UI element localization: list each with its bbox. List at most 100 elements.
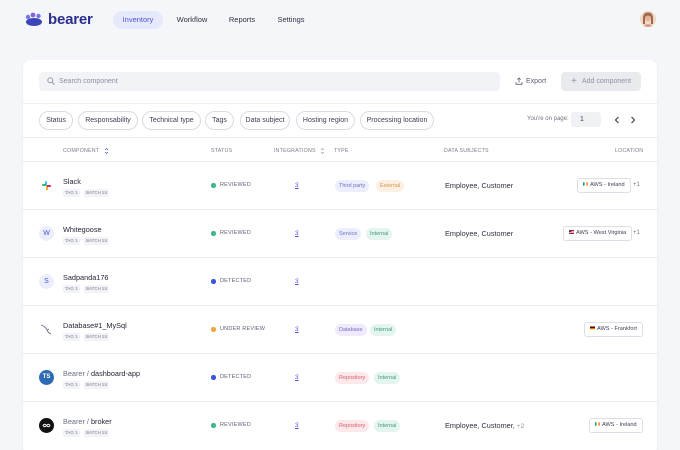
type-badge: Internal — [374, 372, 401, 384]
header-integrations-label: INTEGRATIONS — [274, 148, 316, 154]
location-more[interactable]: +1 — [633, 230, 640, 236]
header-status: STATUS — [211, 148, 233, 154]
page-number-input[interactable]: 1 — [571, 112, 601, 127]
integrations-link[interactable]: 3 — [295, 230, 299, 237]
bearer-paw-icon — [25, 12, 42, 26]
user-photo-icon — [640, 11, 656, 27]
header-type: TYPE — [334, 148, 349, 154]
type-badge: Database — [335, 324, 367, 336]
typescript-logo-icon: TS — [39, 370, 54, 385]
filter-status[interactable]: Status — [39, 111, 73, 130]
filter-tags[interactable]: Tags — [205, 111, 234, 130]
location-badge[interactable]: AWS - Ireland — [577, 178, 631, 193]
previous-page-icon[interactable] — [612, 114, 622, 126]
ireland-flag-icon — [595, 422, 600, 426]
plus-icon: + — [571, 76, 577, 87]
add-component-button[interactable]: + Add component — [561, 72, 641, 91]
location-badge[interactable]: AWS - Frankfort — [584, 322, 643, 337]
batch-badge: BATCH 24 — [84, 189, 110, 197]
header-component[interactable]: COMPONENT — [63, 147, 109, 155]
batch-badge: BATCH 24 — [84, 381, 110, 389]
location-more[interactable]: +1 — [633, 182, 640, 188]
data-subjects: Employee, Customer — [445, 181, 514, 190]
header-integrations[interactable]: INTEGRATIONS — [274, 147, 325, 155]
type-badge: Internal — [374, 420, 401, 432]
tag-badge: TAG 1 — [63, 333, 80, 341]
status-dot — [211, 327, 216, 332]
integrations-link[interactable]: 3 — [295, 374, 299, 381]
integrations-link[interactable]: 3 — [295, 326, 299, 333]
nav-tab-workflow[interactable]: Workflow — [170, 11, 214, 29]
table-row[interactable]: S Sadpanda176 TAG 1 BATCH 24 DETECTED 3 — [23, 257, 657, 305]
filter-processing-location[interactable]: Processing location — [360, 111, 434, 130]
germany-flag-icon — [590, 326, 595, 330]
next-page-icon[interactable] — [628, 114, 638, 126]
data-subjects: Employee, Customer, +2 — [445, 421, 525, 430]
divider — [23, 103, 657, 104]
sort-icon — [321, 148, 325, 154]
search-icon — [47, 77, 55, 85]
export-icon — [515, 77, 523, 85]
tag-badge: TAG 1 — [63, 429, 80, 437]
table-row[interactable]: Database#1_MySql TAG 1 BATCH 24 UNDER RE… — [23, 305, 657, 353]
sort-icon — [104, 148, 109, 154]
integrations-link[interactable]: 3 — [295, 422, 299, 429]
batch-badge: BATCH 24 — [84, 237, 110, 245]
location-badge[interactable]: AWS - West Virginia — [563, 226, 633, 241]
export-label: Export — [526, 78, 547, 85]
component-name[interactable]: Bearer / dashboard-app — [63, 369, 140, 378]
user-avatar[interactable] — [640, 11, 656, 27]
filter-hosting-region[interactable]: Hosting region — [296, 111, 355, 130]
header-data-subjects: DATA SUBJECTS — [444, 148, 489, 154]
bearer-logo[interactable]: bearer — [24, 10, 93, 28]
tag-badge: TAG 1 — [63, 237, 80, 245]
status-dot — [211, 231, 216, 236]
component-name[interactable]: Bearer / broker — [63, 417, 112, 426]
status-label: REVIEWED — [220, 422, 251, 428]
status-dot — [211, 183, 216, 188]
header-location: LOCATION — [615, 148, 644, 154]
table-row[interactable]: Bearer / broker TAG 1 BATCH 24 REVIEWED … — [23, 401, 657, 449]
batch-badge: BATCH 24 — [84, 333, 110, 341]
type-badge: Internal — [366, 228, 393, 240]
status-label: UNDER REVIEW — [220, 326, 266, 332]
component-name[interactable]: Sadpanda176 — [63, 273, 108, 282]
integrations-link[interactable]: 3 — [295, 182, 299, 189]
nav-tab-settings[interactable]: Settings — [272, 11, 310, 29]
tag-badge: TAG 1 — [63, 285, 80, 293]
component-name[interactable]: Slack — [63, 177, 81, 186]
type-badge: Repository — [335, 372, 370, 384]
logo-text: bearer — [48, 10, 93, 28]
search-bar[interactable] — [39, 72, 500, 91]
data-subjects: Employee, Customer — [445, 229, 514, 238]
top-navigation: bearer Inventory Workflow Reports Settin… — [0, 0, 680, 40]
broker-infinity-icon — [39, 418, 54, 433]
header-component-label: COMPONENT — [63, 148, 100, 154]
status-dot — [211, 279, 216, 284]
type-badge: External — [376, 180, 405, 192]
filter-data-subject[interactable]: Data subject — [240, 111, 290, 130]
integrations-link[interactable]: 3 — [295, 278, 299, 285]
status-label: REVIEWED — [220, 182, 251, 188]
table-row[interactable]: W Whitegoose TAG 1 BATCH 24 REVIEWED 3 S… — [23, 209, 657, 257]
inventory-card: Export + Add component Status Responsabi… — [23, 60, 657, 450]
component-name[interactable]: Whitegoose — [63, 225, 102, 234]
export-button[interactable]: Export — [512, 72, 554, 91]
subjects-more[interactable]: +2 — [517, 423, 524, 430]
type-badge: Third party — [335, 180, 370, 192]
search-input[interactable] — [59, 72, 489, 91]
tag-badge: TAG 1 — [63, 381, 80, 389]
component-name[interactable]: Database#1_MySql — [63, 321, 127, 330]
type-badge: Service — [335, 228, 362, 240]
status-dot — [211, 375, 216, 380]
sadpanda-avatar-icon: S — [39, 274, 54, 289]
nav-tab-reports[interactable]: Reports — [223, 11, 261, 29]
table-row[interactable]: Slack TAG 1 BATCH 24 REVIEWED 3 Third pa… — [23, 161, 657, 209]
nav-tab-inventory[interactable]: Inventory — [113, 11, 163, 29]
filter-responsability[interactable]: Responsability — [78, 111, 138, 130]
type-badge: Internal — [370, 324, 397, 336]
status-label: DETECTED — [220, 278, 252, 284]
filter-technical-type[interactable]: Technical type — [142, 111, 201, 130]
location-badge[interactable]: AWS - Ireland — [589, 418, 643, 433]
table-row[interactable]: TS Bearer / dashboard-app TAG 1 BATCH 24… — [23, 353, 657, 401]
